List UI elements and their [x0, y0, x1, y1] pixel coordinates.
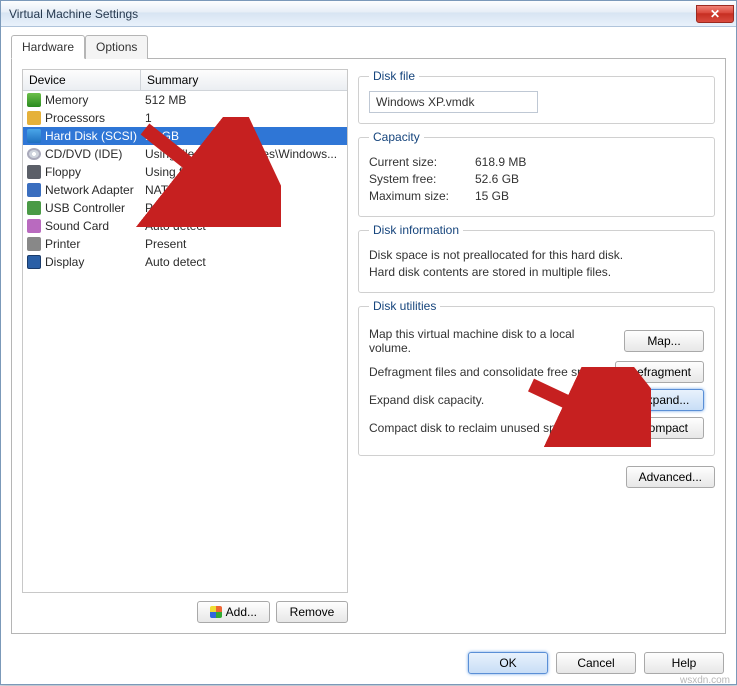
device-name: USB Controller	[45, 201, 125, 215]
device-name: Hard Disk (SCSI)	[45, 129, 137, 143]
diskinfo-legend: Disk information	[369, 223, 463, 237]
tab-options[interactable]: Options	[85, 35, 148, 59]
device-name: Printer	[45, 237, 80, 251]
device-buttons: Add... Remove	[22, 601, 348, 623]
device-icon	[27, 129, 41, 143]
device-icon	[27, 237, 41, 251]
diskinfo-line1: Disk space is not preallocated for this …	[369, 248, 704, 262]
system-free-value: 52.6 GB	[475, 172, 519, 186]
device-rows: Memory 512 MB Processors 1 Hard Disk (SCSI) 1…	[23, 91, 347, 271]
utilities-legend: Disk utilities	[369, 299, 440, 313]
maximum-size-label: Maximum size:	[369, 189, 469, 203]
table-row[interactable]: Hard Disk (SCSI) 15 GB	[23, 127, 347, 145]
device-icon	[27, 165, 41, 179]
device-name: Processors	[45, 111, 105, 125]
table-row[interactable]: Network Adapter NAT	[23, 181, 347, 199]
device-summary: Using file autoinst.flp	[141, 165, 347, 179]
device-summary: Present	[141, 201, 347, 215]
device-icon	[27, 93, 41, 107]
tab-strip: Hardware Options	[11, 35, 726, 59]
col-device[interactable]: Device	[23, 70, 141, 90]
add-device-button[interactable]: Add...	[197, 601, 270, 623]
device-table: Device Summary Memory 512 MB Processors 1 Ha…	[22, 69, 348, 593]
advanced-button[interactable]: Advanced...	[626, 466, 715, 488]
expand-button[interactable]: Expand...	[624, 389, 704, 411]
capacity-legend: Capacity	[369, 130, 424, 144]
maximum-size-value: 15 GB	[475, 189, 509, 203]
close-icon: ✕	[710, 7, 720, 21]
device-icon	[27, 148, 41, 160]
map-button[interactable]: Map...	[624, 330, 704, 352]
left-column: Device Summary Memory 512 MB Processors 1 Ha…	[22, 69, 348, 623]
device-summary: 512 MB	[141, 93, 347, 107]
close-button[interactable]: ✕	[696, 5, 734, 23]
help-button[interactable]: Help	[644, 652, 724, 674]
table-row[interactable]: Memory 512 MB	[23, 91, 347, 109]
device-icon	[27, 219, 41, 233]
capacity-group: Capacity Current size: 618.9 MB System fr…	[358, 130, 715, 217]
compact-desc: Compact disk to reclaim unused space.	[369, 421, 616, 435]
diskinfo-group: Disk information Disk space is not preal…	[358, 223, 715, 293]
titlebar: Virtual Machine Settings ✕	[1, 1, 736, 27]
window-title: Virtual Machine Settings	[9, 7, 138, 21]
advanced-row: Advanced...	[358, 466, 715, 488]
diskfile-group: Disk file	[358, 69, 715, 124]
diskfile-legend: Disk file	[369, 69, 419, 83]
table-row[interactable]: CD/DVD (IDE) Using file F:\OS_Images\Wind…	[23, 145, 347, 163]
device-icon	[27, 201, 41, 215]
compact-button[interactable]: Compact	[624, 417, 704, 439]
device-name: Memory	[45, 93, 88, 107]
hardware-panel: Device Summary Memory 512 MB Processors 1 Ha…	[11, 58, 726, 634]
current-size-label: Current size:	[369, 155, 469, 169]
diskinfo-line2: Hard disk contents are stored in multipl…	[369, 265, 704, 279]
device-summary: Using file F:\OS_Images\Windows...	[141, 147, 347, 161]
device-summary: Auto detect	[141, 255, 347, 269]
device-icon	[27, 183, 41, 197]
device-table-header: Device Summary	[23, 70, 347, 91]
map-desc: Map this virtual machine disk to a local…	[369, 327, 616, 355]
device-summary: Auto detect	[141, 219, 347, 233]
diskfile-input[interactable]	[369, 91, 538, 113]
device-name: Network Adapter	[45, 183, 134, 197]
defragment-desc: Defragment files and consolidate free sp…	[369, 365, 607, 379]
defragment-button[interactable]: Defragment	[615, 361, 704, 383]
expand-desc: Expand disk capacity.	[369, 393, 616, 407]
system-free-label: System free:	[369, 172, 469, 186]
device-summary: Present	[141, 237, 347, 251]
table-row[interactable]: Display Auto detect	[23, 253, 347, 271]
device-icon	[27, 111, 41, 125]
client-area: Hardware Options Device Summary Memory 51…	[1, 27, 736, 684]
dialog-footer: OK Cancel Help	[468, 652, 724, 674]
table-row[interactable]: Sound Card Auto detect	[23, 217, 347, 235]
tab-hardware[interactable]: Hardware	[11, 35, 85, 59]
ok-button[interactable]: OK	[468, 652, 548, 674]
settings-window: Virtual Machine Settings ✕ Hardware Opti…	[0, 0, 737, 685]
watermark: wsxdn.com	[680, 675, 730, 686]
device-name: Floppy	[45, 165, 81, 179]
device-icon	[27, 255, 41, 269]
device-summary: NAT	[141, 183, 347, 197]
device-name: Sound Card	[45, 219, 109, 233]
col-summary[interactable]: Summary	[141, 70, 347, 90]
remove-device-button[interactable]: Remove	[276, 601, 348, 623]
utilities-group: Disk utilities Map this virtual machine …	[358, 299, 715, 456]
right-column: Disk file Capacity Current size: 618.9 MB…	[358, 69, 715, 623]
device-summary: 1	[141, 111, 347, 125]
device-summary: 15 GB	[141, 129, 347, 143]
device-name: Display	[45, 255, 84, 269]
table-row[interactable]: Floppy Using file autoinst.flp	[23, 163, 347, 181]
device-name: CD/DVD (IDE)	[45, 147, 122, 161]
cancel-button[interactable]: Cancel	[556, 652, 636, 674]
current-size-value: 618.9 MB	[475, 155, 526, 169]
table-row[interactable]: Printer Present	[23, 235, 347, 253]
table-row[interactable]: Processors 1	[23, 109, 347, 127]
table-row[interactable]: USB Controller Present	[23, 199, 347, 217]
